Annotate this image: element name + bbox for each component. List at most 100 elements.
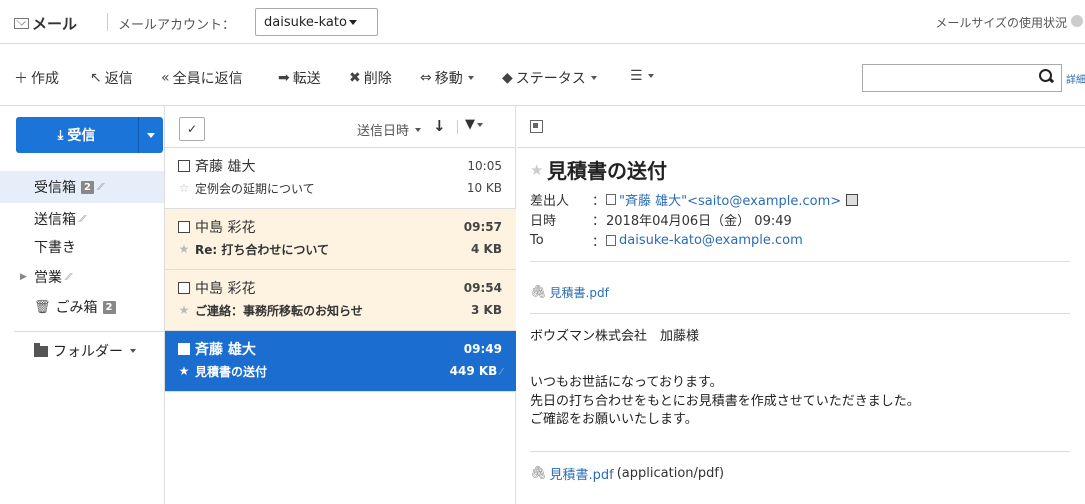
account-select[interactable]: daisuke-kato: [255, 8, 378, 36]
move-icon: ⇔: [420, 70, 432, 86]
chevron-down-icon: [348, 20, 357, 25]
reply-all-label: 全員に返信: [172, 71, 243, 87]
expand-triangle-icon[interactable]: ▶: [20, 272, 27, 282]
message-sender: 中島 彩花: [195, 281, 256, 297]
date-label: 日時: [530, 214, 557, 229]
status-button[interactable]: ◆ ステータス: [502, 68, 597, 88]
advanced-search-link[interactable]: 詳細検索: [1066, 71, 1085, 86]
create-label: 作成: [31, 71, 59, 87]
folder-icon: [34, 342, 48, 357]
mail-size-usage-link[interactable]: メールサイズの使用状況: [935, 14, 1067, 31]
preview-header: [517, 106, 1085, 148]
folder-menu[interactable]: フォルダー: [0, 335, 164, 367]
app-title-label: メール: [32, 15, 78, 33]
message-subject: Re: 打ち合わせについて: [195, 242, 329, 257]
body-line: ご確認をお願いいたします。: [530, 412, 698, 427]
folder-label: フォルダー: [53, 344, 123, 360]
sidebar-item-trash[interactable]: 🗑 ごみ箱 2: [0, 291, 164, 323]
message-size: 3 KB: [471, 303, 502, 317]
date-value: 2018年04月06日（金） 09:49: [606, 214, 792, 229]
from-address-link[interactable]: "斉藤 雄大"<saito@example.com>: [619, 190, 841, 209]
message-subject: 見積書の送付: [195, 364, 268, 379]
rss-icon: ⁄⁄: [67, 271, 71, 283]
sidebar-item-label: 送信箱: [34, 212, 76, 228]
chevron-down-icon: [130, 349, 136, 353]
message-list-header: ✓ 送信日時 ↓ ▼: [165, 106, 516, 148]
more-menu-button[interactable]: ☰: [630, 68, 654, 84]
message-row[interactable]: 中島 彩花 09:57 ★ Re: 打ち合わせについて 4 KB: [165, 209, 516, 270]
reply-all-icon: «: [161, 70, 170, 86]
message-checkbox[interactable]: [178, 160, 190, 172]
rss-icon: ⁄⁄: [81, 213, 85, 225]
move-button[interactable]: ⇔ 移動: [420, 68, 474, 88]
message-row[interactable]: 斉藤 雄大 10:05 ☆ 定例会の延期について 10 KB: [165, 148, 516, 209]
account-label: メールアカウント：: [118, 18, 236, 33]
message-row[interactable]: 斉藤 雄大 09:49 ★ 見積書の送付 449 KB ⁄: [165, 331, 516, 392]
message-time: 09:54: [463, 281, 502, 295]
help-icon[interactable]: [1071, 15, 1083, 27]
sidebar-item-label: 下書き: [34, 240, 76, 256]
message-size: 449 KB: [449, 364, 498, 378]
search-input[interactable]: [862, 64, 1062, 92]
message-row[interactable]: 中島 彩花 09:54 ★ ご連絡：事務所移転のお知らせ 3 KB: [165, 270, 516, 331]
message-sender: 斉藤 雄大: [195, 342, 256, 358]
app-title: メール: [14, 13, 77, 34]
rss-icon: ⁄⁄: [99, 181, 103, 193]
star-icon[interactable]: ★: [530, 161, 543, 179]
mail-icon: [14, 18, 29, 29]
message-checkbox[interactable]: [178, 343, 190, 355]
create-button[interactable]: ＋作成: [14, 68, 59, 88]
sort-direction-icon[interactable]: ↓: [433, 117, 446, 135]
receive-options-button[interactable]: [138, 117, 163, 153]
to-address-link[interactable]: daisuke-kato@example.com: [619, 233, 803, 248]
colon: ：: [592, 214, 606, 229]
sidebar-divider: [14, 331, 164, 332]
message-preview: ★ 見積書の送付 差出人 ： "斉藤 雄大"<saito@example.com>…: [517, 106, 1085, 504]
expand-icon[interactable]: [530, 120, 543, 133]
reply-all-button[interactable]: «全員に返信: [161, 68, 243, 88]
sort-label: 送信日時: [357, 124, 410, 139]
message-checkbox[interactable]: [178, 282, 190, 294]
star-icon[interactable]: ☆: [178, 181, 190, 195]
chevron-down-icon: [147, 132, 155, 138]
attachment-type: (application/pdf): [616, 466, 725, 481]
trash-icon: 🗑: [34, 299, 51, 315]
chevron-down-icon: [415, 127, 422, 132]
star-icon[interactable]: ★: [178, 303, 190, 317]
from-label: 差出人: [530, 194, 570, 209]
folder-sidebar: ⤓ 受信 受信箱 2 ⁄⁄ 送信箱 ⁄⁄ 下書き ▶ 営業 ⁄⁄ 🗑 ごみ箱 2…: [0, 106, 165, 504]
download-icon: ⤓: [57, 127, 64, 143]
delete-button[interactable]: ✖ 削除: [349, 68, 392, 88]
attachment-link[interactable]: 見積書.pdf: [550, 464, 614, 483]
unread-count-badge: 2: [81, 180, 94, 194]
message-time: 10:05: [467, 159, 502, 173]
sidebar-item-sales[interactable]: ▶ 営業 ⁄⁄: [0, 261, 164, 293]
search-icon[interactable]: [1039, 69, 1053, 83]
preview-subject: ★ 見積書の送付: [530, 155, 667, 184]
select-all-checkbox[interactable]: ✓: [179, 117, 205, 141]
star-icon[interactable]: ★: [178, 242, 190, 256]
to-row: To ： daisuke-kato@example.com: [530, 231, 803, 250]
sort-dropdown[interactable]: 送信日時: [357, 120, 422, 139]
message-checkbox[interactable]: [178, 221, 190, 233]
forward-label: 転送: [292, 71, 321, 87]
receive-button[interactable]: ⤓ 受信: [16, 117, 137, 153]
status-label: ステータス: [515, 71, 586, 87]
message-subject: ご連絡：事務所移転のお知らせ: [195, 303, 363, 318]
preview-subject-text: 見積書の送付: [547, 159, 667, 183]
account-value: daisuke-kato: [264, 15, 347, 30]
paperclip-icon: 🖇: [530, 285, 547, 300]
star-icon[interactable]: ★: [178, 364, 190, 378]
vcard-icon[interactable]: [846, 193, 859, 206]
forward-button[interactable]: ➡ 転送: [278, 68, 321, 88]
paperclip-icon: 🖇: [530, 466, 547, 481]
sidebar-item-drafts[interactable]: 下書き: [0, 231, 164, 263]
header-divider: [457, 120, 458, 134]
reply-button[interactable]: ↖ 返信: [90, 68, 133, 88]
message-time: 09:57: [463, 220, 502, 234]
from-row: 差出人 ： "斉藤 雄大"<saito@example.com>: [530, 190, 859, 209]
sidebar-item-inbox[interactable]: 受信箱 2 ⁄⁄: [0, 171, 164, 203]
address-book-icon: [606, 194, 616, 205]
attachment-link[interactable]: 見積書.pdf: [550, 284, 609, 301]
filter-icon[interactable]: ▼: [465, 117, 483, 132]
